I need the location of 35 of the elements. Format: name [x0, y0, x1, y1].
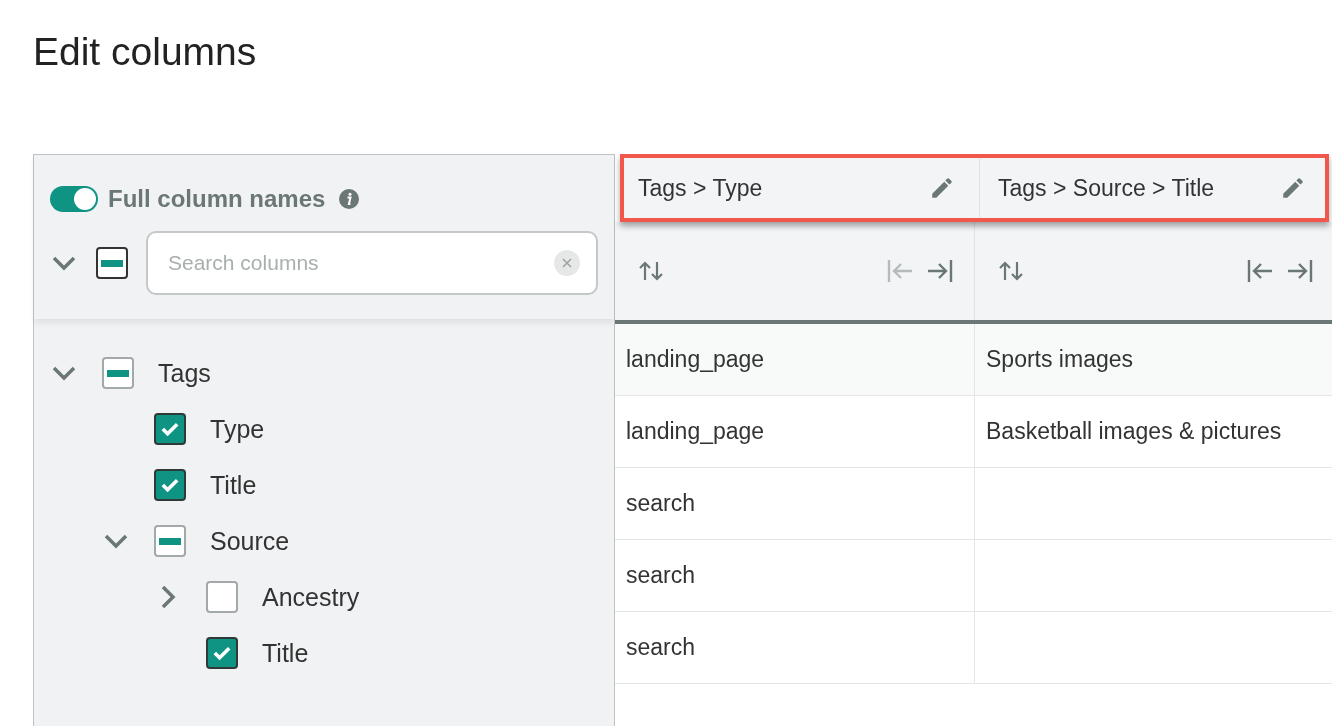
column-header: Tags > Source > Title	[998, 174, 1215, 202]
table-cell: search	[626, 490, 696, 517]
column-checkbox[interactable]	[206, 581, 238, 613]
table-cell: search	[626, 634, 696, 661]
page-title: Edit columns	[32, 29, 258, 75]
sort-icon[interactable]	[997, 259, 1025, 283]
dash-icon	[101, 259, 123, 267]
table-cell: Basketball images & pictures	[986, 418, 1282, 445]
column-checkbox[interactable]	[154, 469, 186, 501]
column-checkbox[interactable]	[102, 357, 134, 389]
table-cell: Sports images	[986, 346, 1133, 373]
toggle-label: Full column names	[108, 185, 326, 213]
column-header: Tags > Type	[638, 174, 763, 202]
table-cell: landing_page	[626, 418, 765, 445]
column-label: Type	[210, 414, 265, 444]
column-label: Ancestry	[262, 582, 360, 612]
pencil-icon[interactable]	[1280, 175, 1306, 201]
toggle-switch[interactable]	[50, 186, 98, 212]
dash-icon	[107, 369, 129, 377]
select-all-checkbox[interactable]	[96, 247, 128, 279]
sort-icon[interactable]	[637, 259, 665, 283]
column-label: Tags	[158, 358, 211, 388]
column-label: Title	[210, 470, 257, 500]
pencil-icon[interactable]	[929, 175, 955, 201]
column-label: Title	[262, 638, 309, 668]
column-checkbox[interactable]	[154, 525, 186, 557]
table-cell: search	[626, 562, 696, 589]
column-checkbox[interactable]	[206, 637, 238, 669]
search-field[interactable]: Search columns	[146, 231, 598, 295]
table-cell: landing_page	[626, 346, 765, 373]
clear-icon[interactable]	[554, 250, 580, 276]
column-checkbox[interactable]	[154, 413, 186, 445]
dash-icon	[159, 537, 181, 545]
info-icon[interactable]	[339, 189, 360, 209]
column-label: Source	[210, 526, 290, 556]
